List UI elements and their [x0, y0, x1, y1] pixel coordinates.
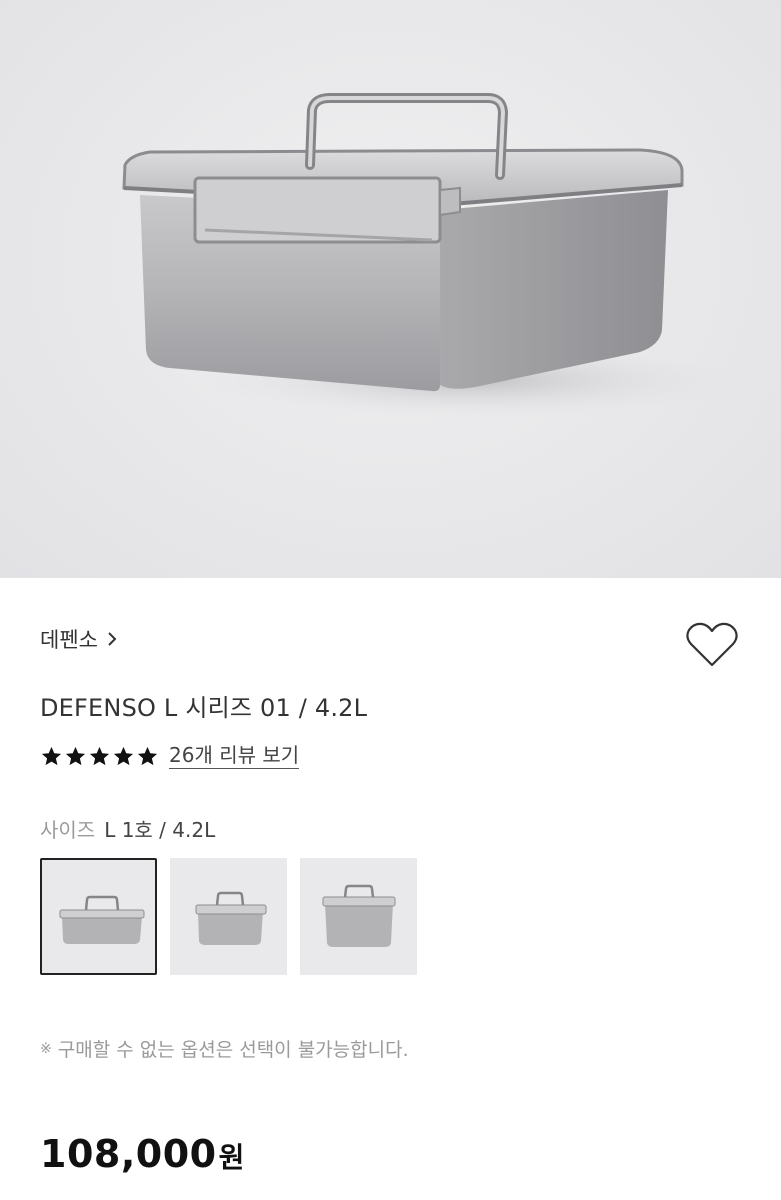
wishlist-button[interactable] — [684, 620, 740, 670]
notice-mark: ※ — [40, 1040, 52, 1057]
star-filled-icon — [41, 746, 62, 766]
star-filled-icon — [113, 746, 134, 766]
heart-outline-icon — [686, 622, 738, 667]
product-main-image[interactable] — [0, 0, 781, 578]
price-value: 108,000 — [40, 1132, 217, 1176]
option-notice: ※ 구매할 수 없는 옵션은 선택이 불가능합니다. — [40, 1035, 409, 1062]
star-filled-icon — [65, 746, 86, 766]
price: 108,000 원 — [40, 1132, 244, 1176]
stainless-container-illustration — [122, 93, 750, 420]
product-title: DEFENSO L 시리즈 01 / 4.2L — [40, 694, 368, 722]
review-link[interactable]: 26개 리뷰 보기 — [169, 744, 300, 769]
size-thumbnail-3[interactable] — [300, 858, 417, 975]
container-thumbnail-image — [322, 884, 396, 947]
size-thumbnails — [40, 858, 417, 975]
notice-text: 구매할 수 없는 옵션은 선택이 불가능합니다. — [57, 1039, 409, 1061]
rating-stars — [40, 745, 159, 768]
star-filled-icon — [89, 746, 110, 766]
size-label: 사이즈 — [40, 818, 96, 842]
size-option-row: 사이즈 L 1호 / 4.2L — [40, 814, 215, 843]
star-filled-icon — [137, 746, 158, 766]
container-thumbnail-image — [59, 895, 145, 944]
size-selected-value: L 1호 / 4.2L — [104, 818, 216, 842]
brand-name: 데펜소 — [40, 628, 98, 652]
size-thumbnail-1[interactable] — [40, 858, 157, 975]
rating-row: 26개 리뷰 보기 — [40, 744, 300, 769]
brand-link[interactable]: 데펜소 — [40, 624, 118, 654]
size-thumbnail-2[interactable] — [170, 858, 287, 975]
price-unit: 원 — [218, 1141, 245, 1174]
container-thumbnail-image — [195, 891, 267, 945]
chevron-right-icon — [108, 632, 117, 646]
